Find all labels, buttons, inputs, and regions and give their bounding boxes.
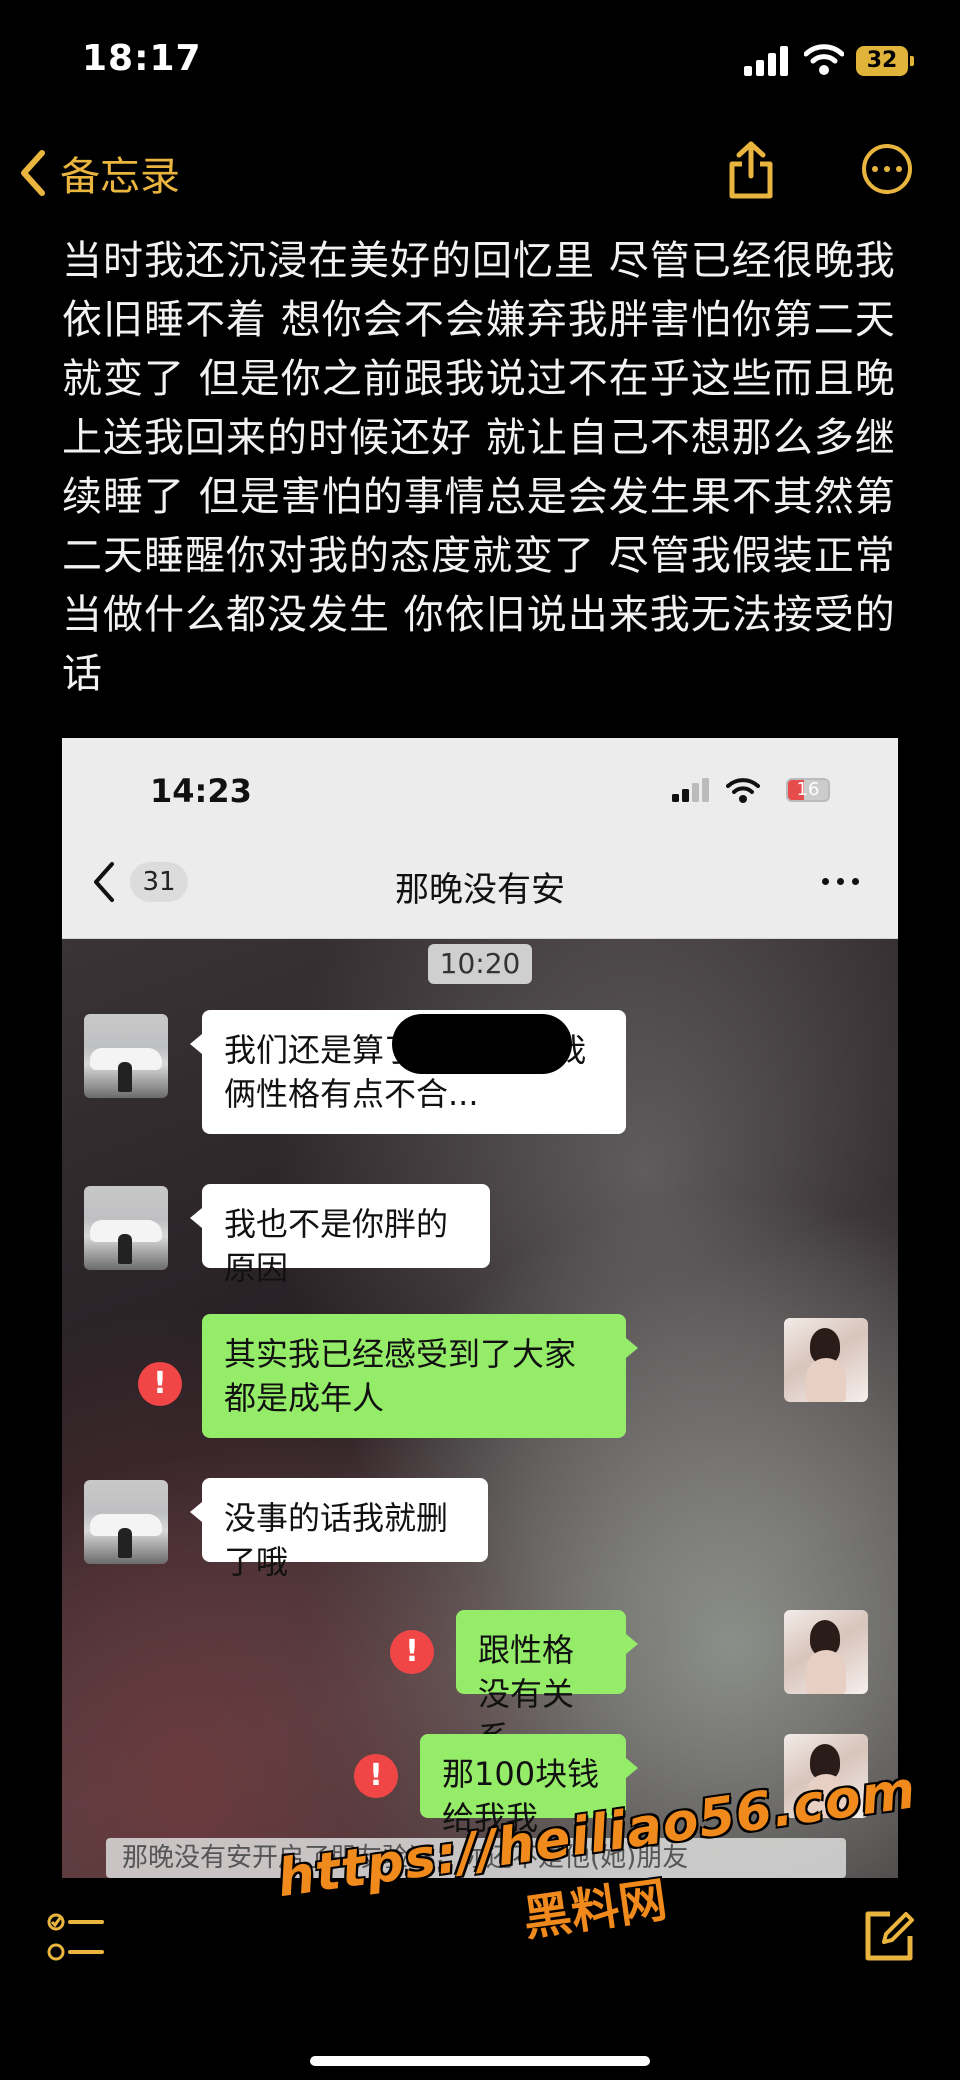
message-bubble-incoming: 我也不是你胖的原因	[190, 1184, 490, 1287]
wifi-icon	[804, 44, 844, 75]
back-label: 备忘录	[60, 154, 180, 200]
chat-wifi-icon	[726, 778, 760, 803]
status-time: 18:17	[82, 38, 202, 79]
contact-avatar	[84, 1014, 168, 1098]
checklist-icon[interactable]	[46, 1908, 106, 1968]
chat-more-icon	[822, 878, 859, 885]
redaction-blob	[392, 1014, 572, 1074]
message-bubble-incoming: 没事的话我就删了哦	[190, 1478, 488, 1581]
my-avatar	[784, 1610, 868, 1694]
chat-status-bar: 14:23 16	[62, 738, 898, 830]
chevron-left-icon	[21, 150, 45, 196]
chat-timestamp: 10:20	[428, 944, 532, 984]
more-icon[interactable]	[862, 144, 912, 194]
chat-battery-indicator: 16	[786, 778, 830, 802]
my-avatar	[784, 1318, 868, 1402]
send-failed-icon: !	[390, 1630, 434, 1674]
back-button[interactable]: 备忘录	[18, 144, 180, 202]
message-bubble-outgoing: 其实我已经感受到了大家都是成年人	[202, 1314, 638, 1438]
notes-nav-bar: 备忘录	[0, 130, 960, 210]
chat-contact-name: 那晚没有安	[395, 870, 565, 910]
contact-avatar	[84, 1480, 168, 1564]
send-failed-icon: !	[354, 1754, 398, 1798]
compose-icon[interactable]	[862, 1908, 916, 1964]
chat-nav-bar: 31 那晚没有安	[62, 830, 898, 939]
cellular-signal-icon	[744, 46, 788, 76]
chat-signal-icon	[672, 778, 709, 802]
share-icon[interactable]	[724, 140, 778, 200]
chat-status-time: 14:23	[150, 772, 252, 810]
contact-avatar	[84, 1186, 168, 1270]
chat-screenshot-image: 14:23 16 31 那晚没有安 10:20 我们还是算了吧 我感觉我俩性格有…	[62, 738, 898, 1878]
send-failed-icon: !	[138, 1362, 182, 1406]
status-bar: 18:17 32	[0, 0, 960, 120]
battery-indicator: 32	[856, 46, 914, 76]
message-bubble-outgoing: 跟性格没有关系	[456, 1610, 638, 1757]
home-indicator	[310, 2056, 650, 2066]
note-body-text[interactable]: 当时我还沉浸在美好的回忆里 尽管已经很晚我依旧睡不着 想你会不会嫌弃我胖害怕你第…	[62, 232, 902, 704]
